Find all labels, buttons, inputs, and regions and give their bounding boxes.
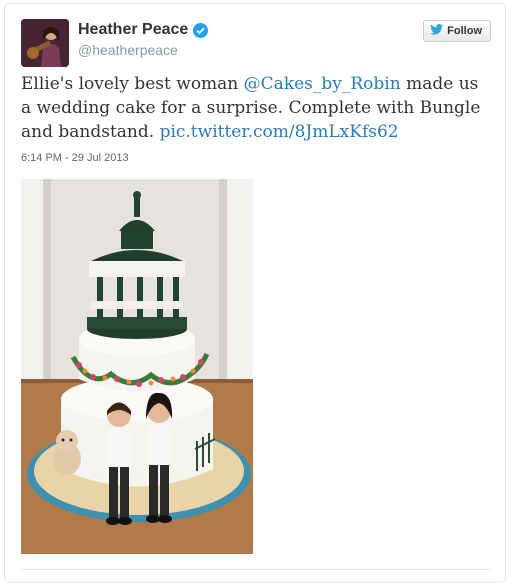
twitter-bird-icon [430,24,444,38]
follow-label: Follow [447,25,482,37]
mention-link[interactable]: @Cakes_by_Robin [244,74,401,94]
user-display-name[interactable]: Heather Peace [78,21,209,39]
follow-button[interactable]: Follow [423,20,491,42]
avatar[interactable] [21,19,69,67]
tweet-photo[interactable] [21,179,253,554]
verified-badge-icon [193,22,209,38]
display-name-text[interactable]: Heather Peace [78,21,188,39]
media-link[interactable]: pic.twitter.com/8JmLxKfs62 [160,122,399,142]
tweet-timestamp[interactable]: 6:14 PM - 29 Jul 2013 [21,152,129,164]
tweet-text: Ellie's lovely best woman @Cakes_by_Robi… [21,72,491,144]
tweet-text-part1: Ellie's lovely best woman [21,74,244,94]
divider [21,569,491,570]
user-handle[interactable]: @heatherpeace [78,42,178,58]
tweet-card: Heather Peace @heatherpeace Follow Ellie… [4,3,506,583]
